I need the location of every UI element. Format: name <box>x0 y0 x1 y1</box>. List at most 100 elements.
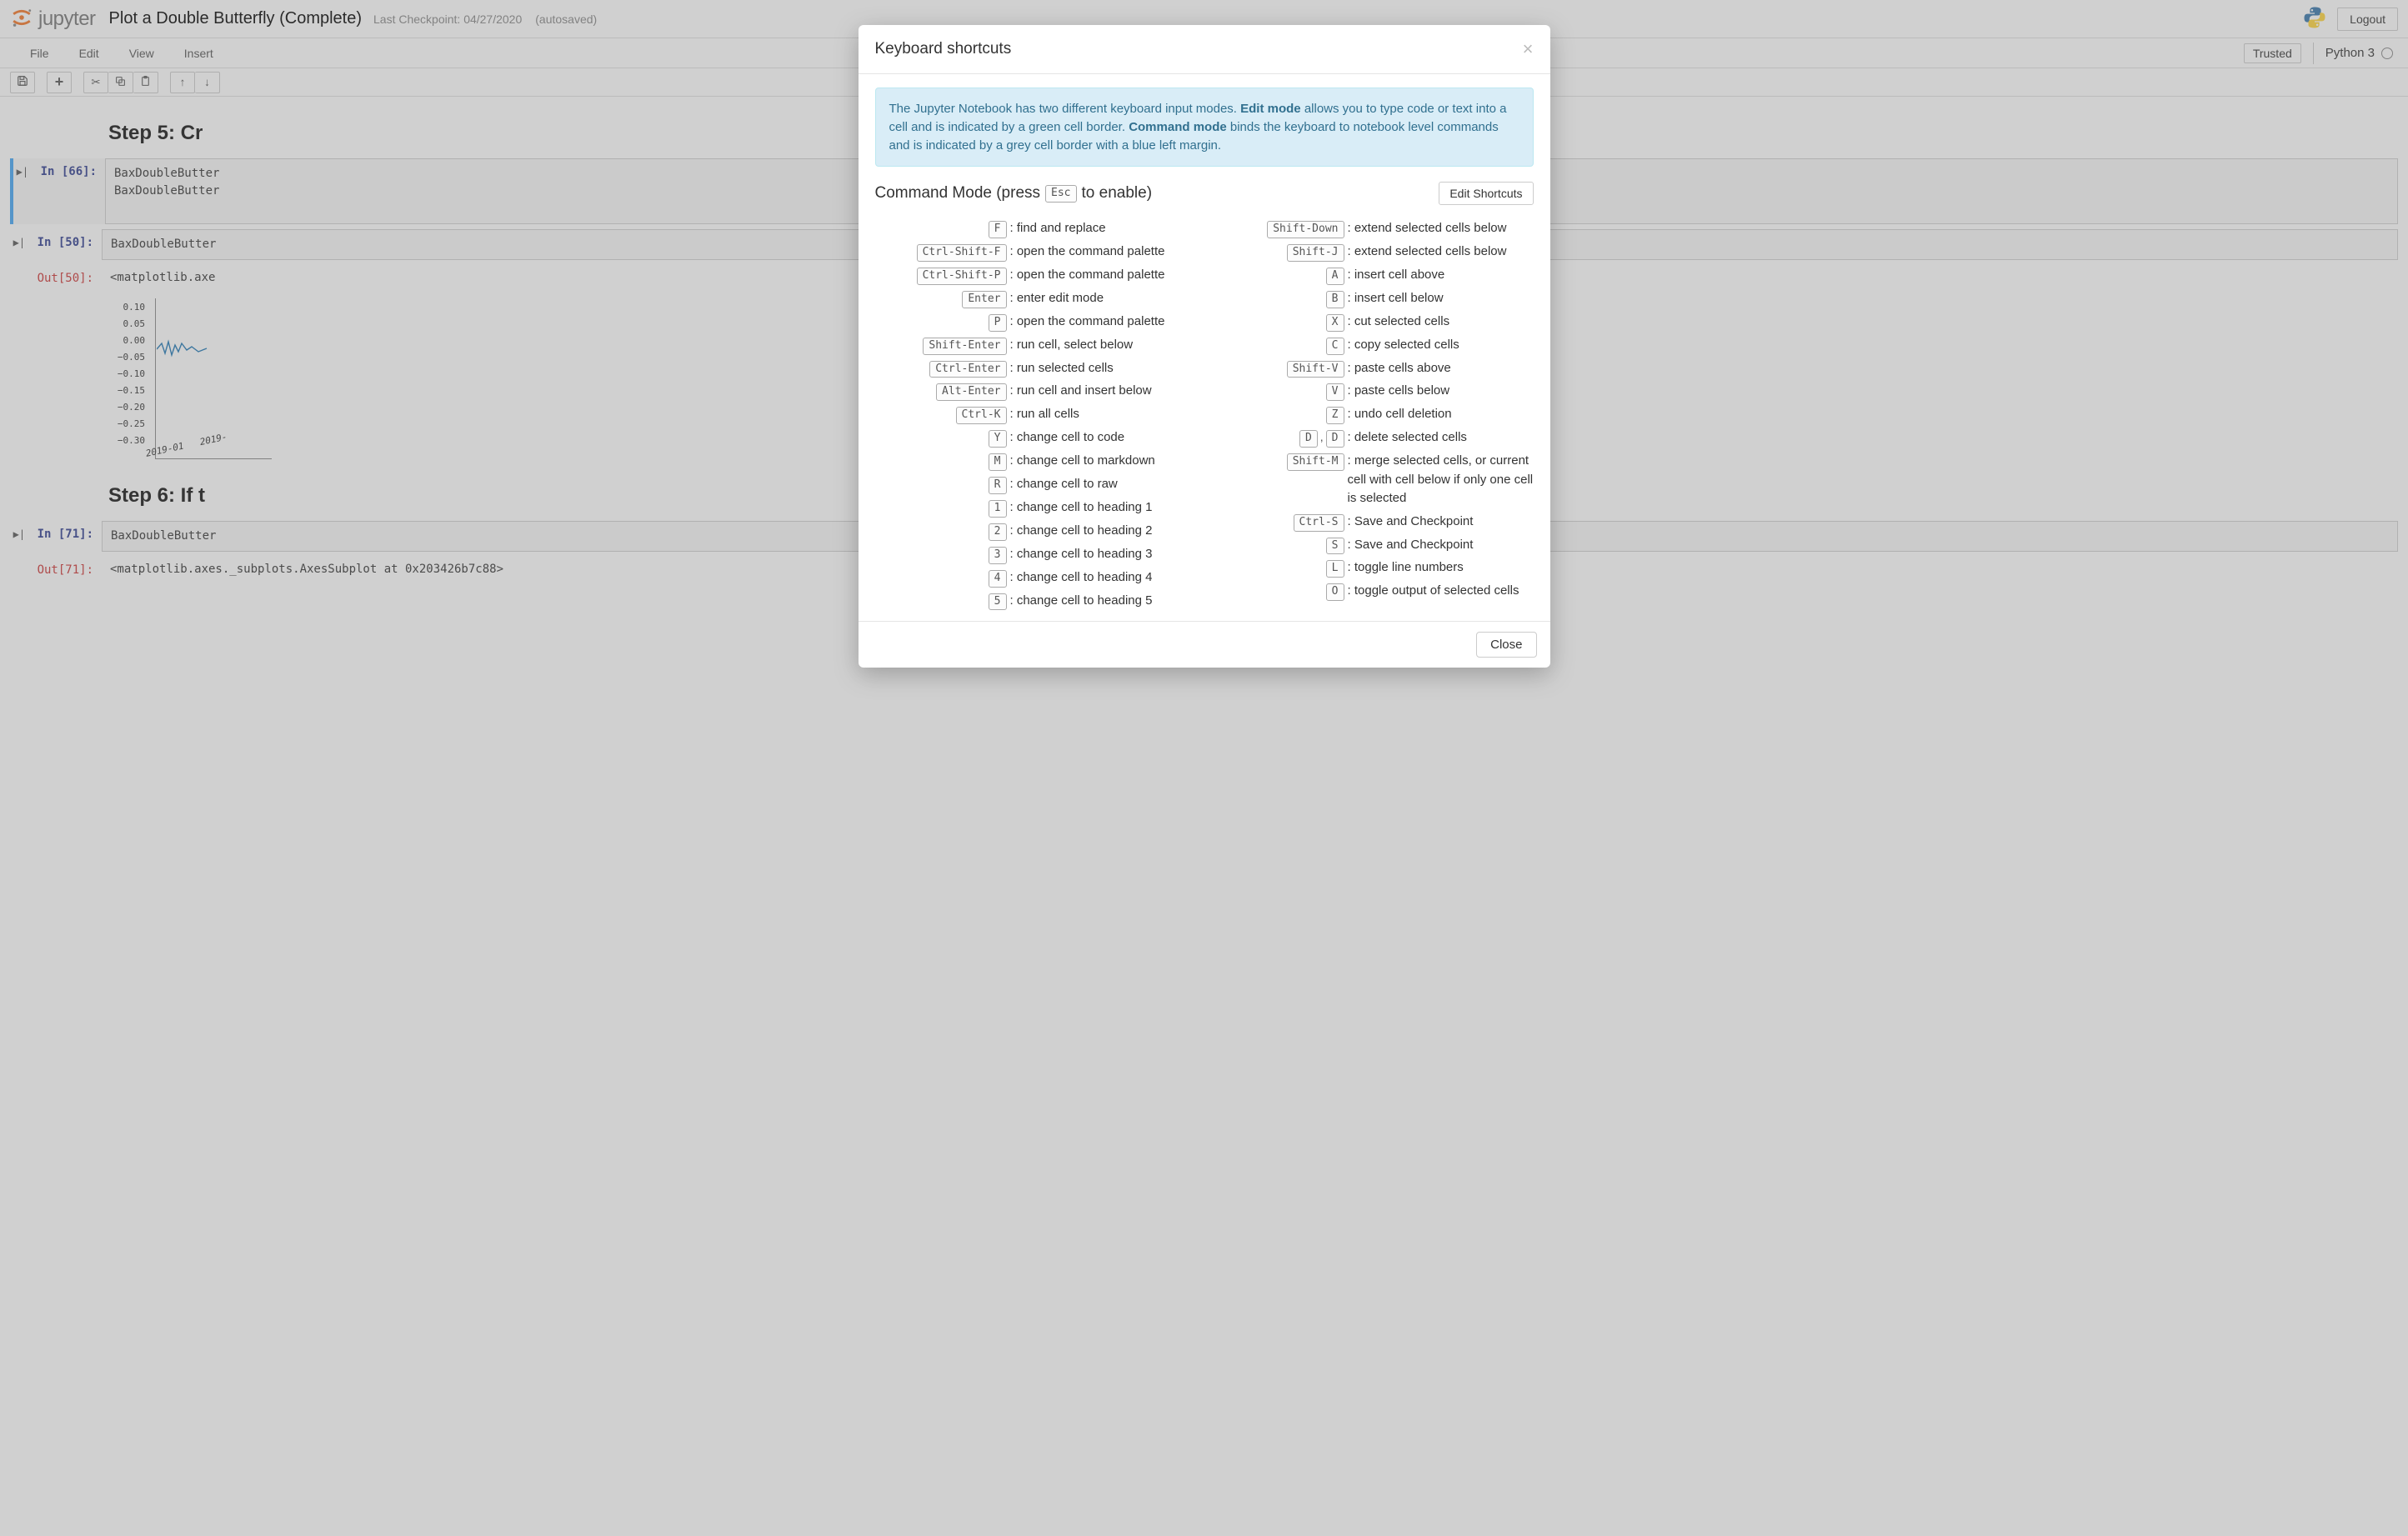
shortcut-desc: Save and Checkpoint <box>1346 536 1474 555</box>
shortcut-desc: change cell to heading 2 <box>1009 522 1153 541</box>
shortcut-row: Ctrl-Shift-Popen the command palette <box>875 266 1196 285</box>
shortcut-desc: change cell to heading 3 <box>1009 545 1153 564</box>
shortcut-desc: insert cell below <box>1346 289 1444 308</box>
shortcut-keys: Ctrl-S <box>1213 513 1346 532</box>
shortcut-row: SSave and Checkpoint <box>1213 536 1534 555</box>
shortcut-keys: 4 <box>875 568 1009 588</box>
shortcut-row: Shift-Vpaste cells above <box>1213 359 1534 378</box>
shortcut-row: 4change cell to heading 4 <box>875 568 1196 588</box>
shortcut-keys: F <box>875 219 1009 238</box>
shortcut-desc: extend selected cells below <box>1346 243 1507 262</box>
shortcut-keys: Shift-Enter <box>875 336 1009 355</box>
modal-title: Keyboard shortcuts <box>875 40 1012 58</box>
shortcut-row: Rchange cell to raw <box>875 475 1196 494</box>
kbd-key: L <box>1326 560 1344 578</box>
shortcut-desc: delete selected cells <box>1346 428 1467 448</box>
shortcut-row: Ctrl-SSave and Checkpoint <box>1213 513 1534 532</box>
shortcut-row: Xcut selected cells <box>1213 313 1534 332</box>
modal-close-button[interactable]: × <box>1523 38 1534 60</box>
kbd-key: Shift-Enter <box>923 338 1006 355</box>
kbd-key: Shift-J <box>1287 244 1344 262</box>
shortcut-keys: L <box>1213 558 1346 578</box>
shortcut-keys: M <box>875 452 1009 471</box>
shortcut-keys: Shift-Down <box>1213 219 1346 238</box>
kbd-key: Ctrl-Shift-P <box>917 268 1007 285</box>
kbd-key: B <box>1326 291 1344 308</box>
section-title: Command Mode (press Esc to enable) <box>875 184 1439 203</box>
shortcut-keys: Ctrl-Shift-F <box>875 243 1009 262</box>
kbd-key: R <box>989 477 1007 494</box>
shortcut-row: Enterenter edit mode <box>875 289 1196 308</box>
kbd-key: 1 <box>989 500 1007 518</box>
shortcut-row: Shift-Downextend selected cells below <box>1213 219 1534 238</box>
info-box: The Jupyter Notebook has two different k… <box>875 88 1534 167</box>
shortcut-desc: paste cells above <box>1346 359 1451 378</box>
kbd-key: 5 <box>989 593 1007 611</box>
shortcut-desc: Save and Checkpoint <box>1346 513 1474 532</box>
shortcut-keys: Alt-Enter <box>875 382 1009 401</box>
shortcut-desc: toggle output of selected cells <box>1346 582 1519 601</box>
shortcut-desc: open the command palette <box>1009 313 1165 332</box>
kbd-key: Shift-M <box>1287 453 1344 471</box>
shortcut-desc: change cell to heading 1 <box>1009 498 1153 518</box>
shortcut-keys: R <box>875 475 1009 494</box>
keyboard-shortcuts-modal: Keyboard shortcuts × The Jupyter Noteboo… <box>859 25 1550 668</box>
modal-body[interactable]: The Jupyter Notebook has two different k… <box>859 74 1550 621</box>
shortcut-desc: extend selected cells below <box>1346 219 1507 238</box>
esc-key: Esc <box>1045 185 1076 203</box>
shortcut-keys: Ctrl-Shift-P <box>875 266 1009 285</box>
shortcut-row: Zundo cell deletion <box>1213 405 1534 424</box>
kbd-key: O <box>1326 583 1344 601</box>
shortcut-row: Mchange cell to markdown <box>875 452 1196 471</box>
shortcut-row: Ychange cell to code <box>875 428 1196 448</box>
shortcut-keys: Y <box>875 428 1009 448</box>
shortcut-keys: Shift-J <box>1213 243 1346 262</box>
shortcut-desc: change cell to raw <box>1009 475 1118 494</box>
kbd-key: 4 <box>989 570 1007 588</box>
kbd-key: Ctrl-S <box>1294 514 1344 532</box>
shortcut-row: Shift-Enterrun cell, select below <box>875 336 1196 355</box>
shortcut-row: 2change cell to heading 2 <box>875 522 1196 541</box>
shortcut-desc: open the command palette <box>1009 266 1165 285</box>
shortcut-desc: run selected cells <box>1009 359 1114 378</box>
kbd-key: M <box>989 453 1007 471</box>
shortcut-desc: run cell, select below <box>1009 336 1134 355</box>
kbd-key: D <box>1299 430 1318 448</box>
shortcut-row: Ccopy selected cells <box>1213 336 1534 355</box>
shortcut-keys: Enter <box>875 289 1009 308</box>
modal-footer: Close <box>859 621 1550 668</box>
shortcut-row: 5change cell to heading 5 <box>875 592 1196 611</box>
shortcut-keys: D,D <box>1213 428 1346 448</box>
shortcut-row: Popen the command palette <box>875 313 1196 332</box>
shortcut-desc: undo cell deletion <box>1346 405 1452 424</box>
shortcut-desc: change cell to heading 5 <box>1009 592 1153 611</box>
kbd-key: Y <box>989 430 1007 448</box>
kbd-key: Ctrl-Enter <box>929 361 1006 378</box>
shortcut-desc: toggle line numbers <box>1346 558 1464 578</box>
shortcut-row: Alt-Enterrun cell and insert below <box>875 382 1196 401</box>
shortcut-row: Ltoggle line numbers <box>1213 558 1534 578</box>
shortcut-column-left: Ffind and replaceCtrl-Shift-Fopen the co… <box>875 215 1196 614</box>
shortcut-desc: change cell to code <box>1009 428 1125 448</box>
shortcut-keys: V <box>1213 382 1346 401</box>
shortcut-row: 3change cell to heading 3 <box>875 545 1196 564</box>
edit-shortcuts-button[interactable]: Edit Shortcuts <box>1439 182 1533 205</box>
shortcut-desc: merge selected cells, or current cell wi… <box>1346 452 1534 508</box>
shortcut-row: Binsert cell below <box>1213 289 1534 308</box>
shortcut-keys: 2 <box>875 522 1009 541</box>
kbd-key: X <box>1326 314 1344 332</box>
kbd-key: 2 <box>989 523 1007 541</box>
kbd-key: Enter <box>962 291 1006 308</box>
kbd-key: S <box>1326 538 1344 555</box>
shortcut-desc: change cell to heading 4 <box>1009 568 1153 588</box>
shortcut-row: 1change cell to heading 1 <box>875 498 1196 518</box>
modal-header: Keyboard shortcuts × <box>859 25 1550 74</box>
shortcut-desc: enter edit mode <box>1009 289 1104 308</box>
close-button[interactable]: Close <box>1476 632 1536 658</box>
shortcut-keys: 5 <box>875 592 1009 611</box>
shortcut-row: Ffind and replace <box>875 219 1196 238</box>
shortcut-desc: find and replace <box>1009 219 1106 238</box>
shortcut-row: D,Ddelete selected cells <box>1213 428 1534 448</box>
kbd-key: 3 <box>989 547 1007 564</box>
shortcut-keys: Ctrl-K <box>875 405 1009 424</box>
